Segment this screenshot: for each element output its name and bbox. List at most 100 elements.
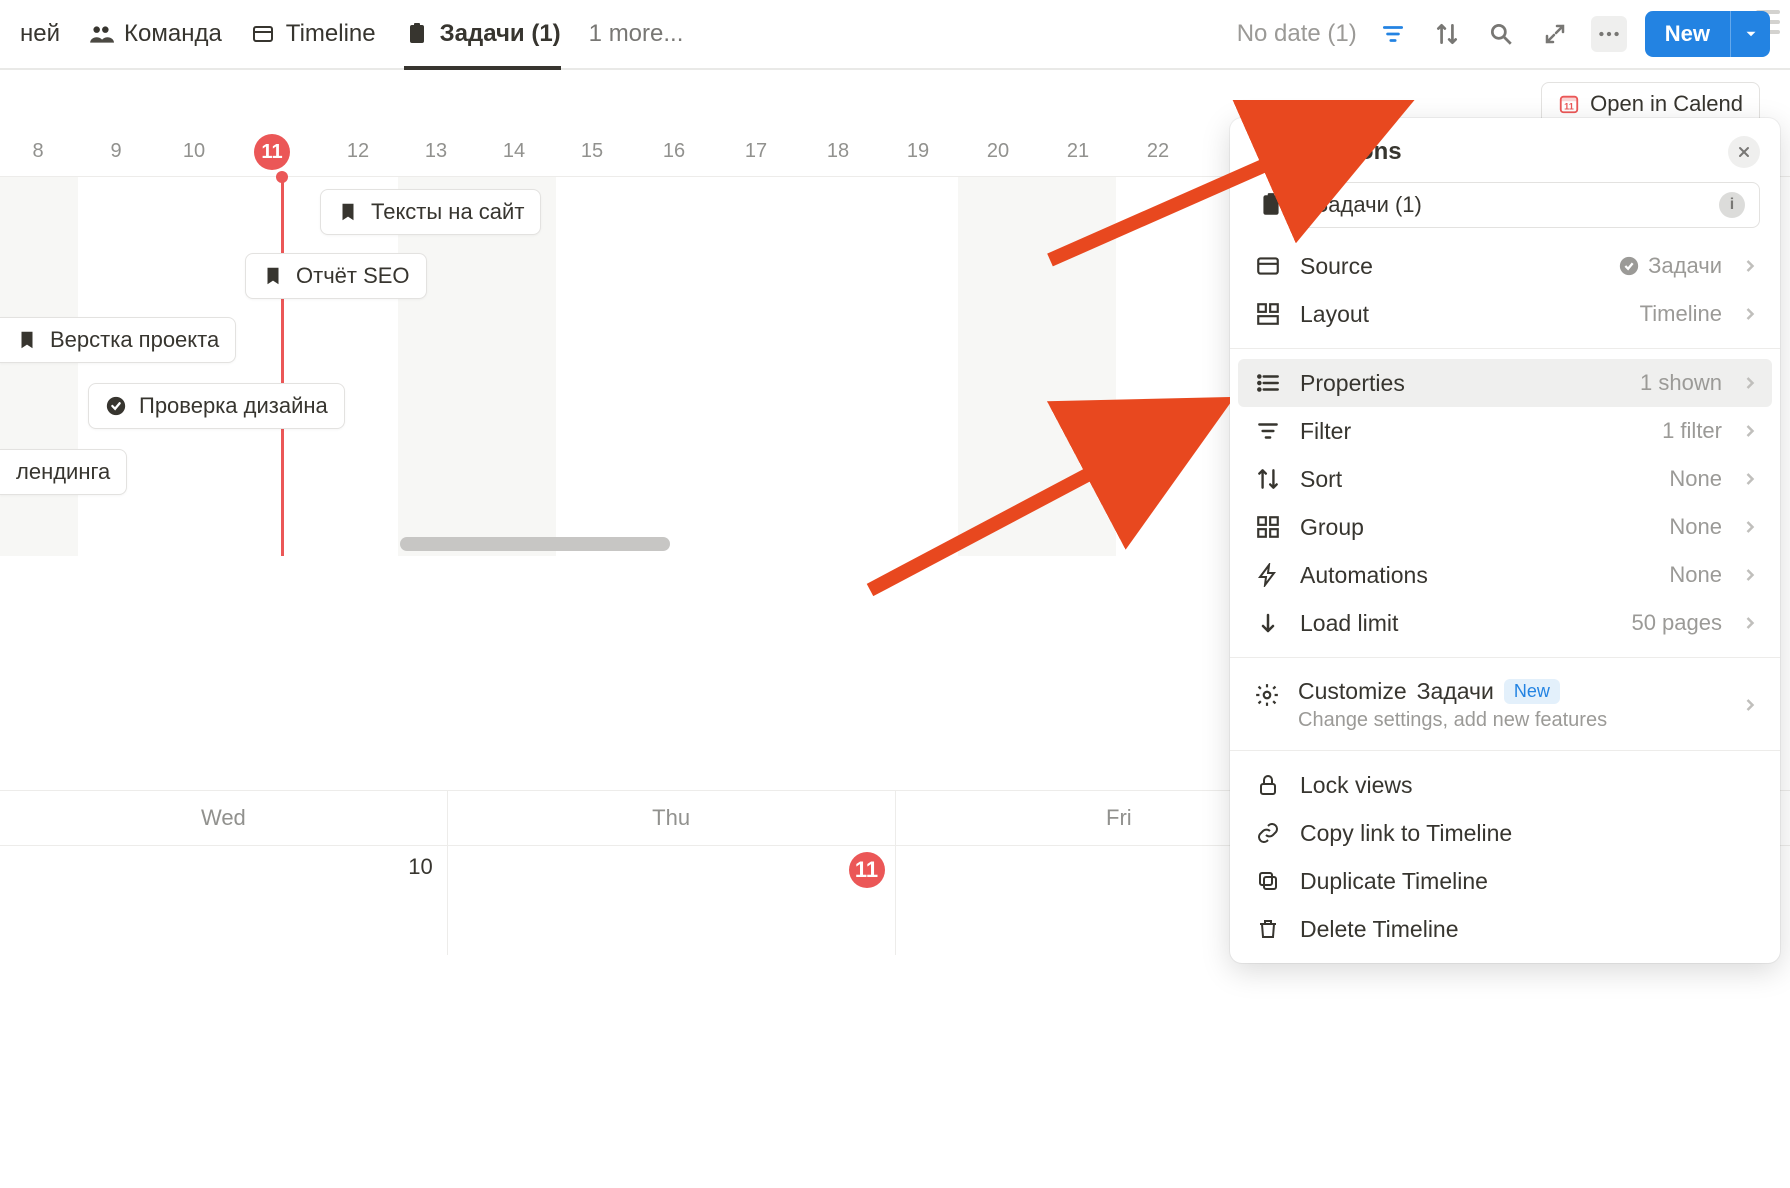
- menu-value: None: [1669, 514, 1722, 540]
- menu-item-duplicate[interactable]: Duplicate Timeline: [1230, 857, 1780, 905]
- menu-label: Copy link to Timeline: [1300, 820, 1760, 847]
- clipboard-icon: [404, 21, 430, 47]
- topbar: ней Команда Timeline Задачи (1) 1 more..…: [0, 0, 1790, 70]
- tab-label: Задачи (1): [440, 20, 561, 48]
- task-label: лендинга: [16, 459, 110, 485]
- panel-title: View options: [1254, 138, 1402, 166]
- task-item[interactable]: лендинга: [0, 449, 127, 495]
- new-button-dropdown[interactable]: [1730, 11, 1770, 57]
- day-22: 22: [1147, 140, 1169, 163]
- more-options-icon[interactable]: [1591, 16, 1627, 52]
- calendar-icon: 11: [1558, 93, 1580, 115]
- no-date-label[interactable]: No date (1): [1237, 20, 1357, 48]
- new-button[interactable]: New: [1645, 11, 1770, 57]
- weekend-band: [958, 177, 1116, 556]
- tab-partial[interactable]: ней: [20, 0, 60, 68]
- task-label: Верстка проекта: [50, 327, 219, 353]
- view-options-panel: View options Задачи (1) i Source Задачи …: [1230, 118, 1780, 963]
- menu-value: None: [1669, 562, 1722, 588]
- sort-icon: [1254, 465, 1282, 493]
- menu-item-delete[interactable]: Delete Timeline: [1230, 905, 1780, 953]
- menu-item-sort[interactable]: Sort None: [1230, 455, 1780, 503]
- sort-icon[interactable]: [1429, 16, 1465, 52]
- weekday-thu: Thu: [448, 791, 896, 845]
- trash-icon: [1254, 915, 1282, 943]
- view-name-input[interactable]: Задачи (1) i: [1300, 182, 1760, 228]
- menu-item-load-limit[interactable]: Load limit 50 pages: [1230, 599, 1780, 647]
- separator: [1230, 348, 1780, 349]
- lock-icon: [1254, 771, 1282, 799]
- date-11-today: 11: [849, 852, 885, 888]
- filter-icon[interactable]: [1375, 16, 1411, 52]
- chevron-right-icon: [1740, 373, 1760, 393]
- customize-subtitle: Change settings, add new features: [1298, 709, 1722, 732]
- tab-more[interactable]: 1 more...: [589, 0, 684, 68]
- today-dot: [276, 171, 288, 183]
- day-16: 16: [663, 140, 685, 163]
- expand-icon[interactable]: [1537, 16, 1573, 52]
- layout-icon: [1254, 300, 1282, 328]
- task-item[interactable]: Проверка дизайна: [88, 383, 345, 429]
- open-in-calendar-label: Open in Calend: [1590, 91, 1743, 117]
- menu-value: 1 filter: [1662, 418, 1722, 444]
- bookmark-icon: [337, 201, 359, 223]
- bookmark-icon: [16, 329, 38, 351]
- separator: [1230, 657, 1780, 658]
- today-line: [281, 177, 284, 556]
- menu-item-source[interactable]: Source Задачи: [1230, 242, 1780, 290]
- tab-label: Timeline: [286, 20, 376, 48]
- filter-icon: [1254, 417, 1282, 445]
- svg-text:11: 11: [1564, 102, 1574, 112]
- tab-tasks[interactable]: Задачи (1): [404, 0, 561, 68]
- task-label: Отчёт SEO: [296, 263, 410, 289]
- menu-label: Layout: [1300, 301, 1622, 328]
- calendar-cell[interactable]: 11: [448, 846, 896, 955]
- task-item[interactable]: Тексты на сайт: [320, 189, 541, 235]
- menu-value: 50 pages: [1631, 610, 1722, 636]
- menu-item-group[interactable]: Group None: [1230, 503, 1780, 551]
- chevron-right-icon: [1740, 565, 1760, 585]
- menu-item-layout[interactable]: Layout Timeline: [1230, 290, 1780, 338]
- new-badge: New: [1504, 679, 1560, 704]
- chevron-right-icon: [1740, 613, 1760, 633]
- customize-title-db: Задачи: [1417, 678, 1494, 705]
- day-21: 21: [1067, 140, 1089, 163]
- menu-label: Duplicate Timeline: [1300, 868, 1760, 895]
- tab-team[interactable]: Команда: [88, 0, 222, 68]
- separator: [1230, 750, 1780, 751]
- menu-item-properties[interactable]: Properties 1 shown: [1238, 359, 1772, 407]
- day-12: 12: [347, 140, 369, 163]
- chevron-right-icon: [1740, 695, 1760, 715]
- timeline-icon: [250, 21, 276, 47]
- menu-item-lock-views[interactable]: Lock views: [1230, 761, 1780, 809]
- tab-timeline[interactable]: Timeline: [250, 0, 376, 68]
- menu-label: Source: [1300, 253, 1600, 280]
- new-button-main[interactable]: New: [1645, 11, 1730, 57]
- day-9: 9: [110, 140, 121, 163]
- menu-label: Properties: [1300, 370, 1622, 397]
- source-icon: [1254, 252, 1282, 280]
- calendar-cell[interactable]: 10: [0, 846, 448, 955]
- menu-value: None: [1669, 466, 1722, 492]
- menu-label: Group: [1300, 514, 1651, 541]
- menu-item-customize[interactable]: Customize Задачи New Change settings, ad…: [1230, 668, 1780, 740]
- info-icon[interactable]: i: [1719, 192, 1745, 218]
- day-13: 13: [425, 140, 447, 163]
- menu-item-automations[interactable]: Automations None: [1230, 551, 1780, 599]
- day-10: 10: [183, 140, 205, 163]
- menu-value: 1 shown: [1640, 370, 1722, 396]
- people-icon: [88, 21, 114, 47]
- close-icon[interactable]: [1728, 136, 1760, 168]
- day-15: 15: [581, 140, 603, 163]
- view-tabs: ней Команда Timeline Задачи (1) 1 more..…: [20, 0, 683, 68]
- task-item[interactable]: Отчёт SEO: [245, 253, 427, 299]
- timeline-scrollbar[interactable]: [400, 537, 670, 551]
- tab-label: 1 more...: [589, 20, 684, 48]
- menu-label: Load limit: [1300, 610, 1613, 637]
- bookmark-icon: [262, 265, 284, 287]
- search-icon[interactable]: [1483, 16, 1519, 52]
- menu-item-copy-link[interactable]: Copy link to Timeline: [1230, 809, 1780, 857]
- task-item[interactable]: Верстка проекта: [0, 317, 236, 363]
- menu-item-filter[interactable]: Filter 1 filter: [1230, 407, 1780, 455]
- menu-label: Delete Timeline: [1300, 916, 1760, 943]
